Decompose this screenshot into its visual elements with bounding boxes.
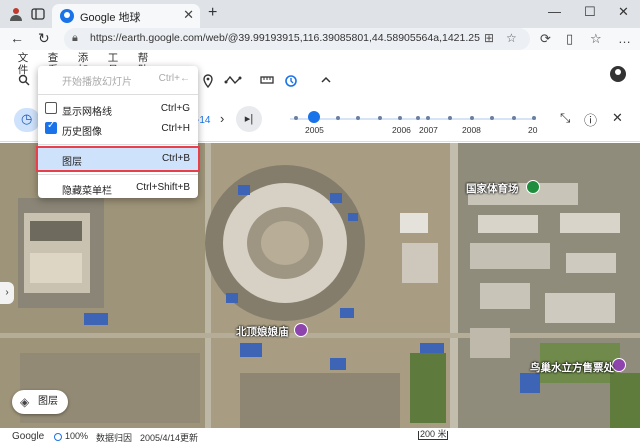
placemark-icon[interactable]	[202, 74, 214, 91]
menu-item-layers[interactable]: 图层 Ctrl+B	[36, 146, 200, 172]
address-bar[interactable]: 🔒︎ https://earth.google.com/web/@39.9919…	[64, 28, 530, 50]
favorite-star-icon[interactable]: ☆	[506, 31, 517, 45]
extensions-icon[interactable]: ⟳	[540, 31, 551, 47]
profile-icon[interactable]	[8, 6, 24, 22]
side-panel-handle[interactable]: ›	[0, 282, 14, 304]
tab-actions-icon[interactable]	[30, 6, 46, 22]
maximize-button[interactable]: ☐	[584, 4, 596, 20]
historical-imagery-checkbox[interactable]	[45, 120, 57, 134]
timeline-slider-thumb[interactable]	[308, 111, 320, 123]
minimize-button[interactable]: —	[548, 4, 561, 19]
timeline-tick[interactable]	[294, 116, 298, 120]
map-label-north-temple[interactable]: 北顶娘娘庙	[236, 324, 289, 339]
menu-item-shortcut: Ctrl+H	[161, 123, 190, 134]
stadium-pin-icon[interactable]	[526, 180, 540, 194]
layers-button[interactable]: ◈ 图层	[12, 390, 68, 414]
path-icon[interactable]	[224, 74, 242, 89]
status-bar: Google 100% 数据归因 2005/4/14更新 200 米	[0, 428, 640, 446]
menu-divider	[38, 144, 198, 145]
new-tab-button[interactable]: +	[208, 4, 217, 22]
grid-checkbox[interactable]	[45, 102, 57, 114]
menu-item-hide-menubar[interactable]: 隐藏菜单栏 Ctrl+Shift+B	[38, 177, 198, 199]
close-tab-icon[interactable]: ✕	[183, 7, 194, 23]
menu-item-start-slideshow: 开始播放幻灯片 Ctrl+←	[38, 68, 198, 90]
menu-item-show-grid[interactable]: 显示网格线 Ctrl+G	[38, 98, 198, 120]
imagery-date: 2005/4/14更新	[140, 433, 199, 443]
timeline-year-label: 2007	[419, 125, 438, 135]
timeline-tick[interactable]	[490, 116, 494, 120]
google-earth-favicon-icon	[60, 9, 74, 23]
menu-item-label: 隐藏菜单栏	[62, 186, 112, 197]
tab-title: Google 地球	[80, 12, 141, 24]
menu-item-shortcut: Ctrl+←	[158, 73, 190, 84]
menu-item-label: 图层	[62, 157, 82, 168]
timeline-tick[interactable]	[416, 116, 420, 120]
menu-item-label: 历史图像	[62, 127, 102, 138]
menu-item-label: 开始播放幻灯片	[62, 77, 132, 88]
timeline-tick[interactable]	[448, 116, 452, 120]
split-screen-icon[interactable]: ▯	[566, 31, 573, 47]
close-window-button[interactable]: ✕	[618, 4, 629, 20]
menu-divider	[38, 174, 198, 175]
menu-item-shortcut: Ctrl+B	[161, 153, 190, 164]
favorites-icon[interactable]: ☆	[590, 31, 602, 47]
tab-google-earth[interactable]: Google 地球 ✕	[52, 4, 200, 28]
google-logo: Google	[12, 431, 45, 442]
ticket-office-pin-icon[interactable]	[612, 358, 626, 372]
menu-item-shortcut: Ctrl+Shift+B	[136, 182, 190, 193]
menu-item-label: 显示网格线	[62, 107, 112, 118]
timeline-tick[interactable]	[512, 116, 516, 120]
menu-file[interactable]: 文件	[16, 52, 30, 76]
historical-imagery-icon[interactable]	[284, 74, 298, 91]
timeline-year-label: 2006	[392, 125, 411, 135]
menu-item-historical-imagery[interactable]: 历史图像 Ctrl+H	[38, 118, 198, 140]
timeline-tick[interactable]	[378, 116, 382, 120]
more-options-icon[interactable]: …	[618, 31, 631, 46]
timeline-date-suffix: -14	[196, 115, 211, 126]
ruler-icon[interactable]	[260, 74, 274, 89]
timeline-tick[interactable]	[336, 116, 340, 120]
map-label-stadium[interactable]: 国家体育场	[466, 181, 519, 196]
timeline-tick[interactable]	[532, 116, 536, 120]
map-label-ticket-office[interactable]: 鸟巢水立方售票处	[530, 360, 614, 375]
timeline-tick[interactable]	[426, 116, 430, 120]
data-attribution-link[interactable]: 数据归因	[96, 431, 132, 444]
timeline-year-label: 2005	[305, 125, 324, 135]
collapse-chevron-icon[interactable]	[320, 74, 332, 89]
zoom-indicator-icon	[54, 433, 62, 441]
timeline-year-label: 20	[528, 125, 538, 135]
address-bar-row: ← ↻ 🔒︎ https://earth.google.com/web/@39.…	[0, 28, 640, 50]
search-icon[interactable]	[18, 74, 30, 89]
history-toggle-button[interactable]	[14, 108, 40, 132]
next-arrow-icon[interactable]: ›	[220, 111, 224, 126]
account-icon[interactable]	[610, 66, 626, 82]
layers-button-label: 图层	[38, 396, 58, 407]
back-arrow-icon[interactable]: ←	[10, 30, 24, 46]
timeline-tick[interactable]	[398, 116, 402, 120]
timeline-tick[interactable]	[356, 116, 360, 120]
menu-item-shortcut: Ctrl+G	[160, 103, 190, 114]
timeline-track[interactable]	[290, 118, 536, 120]
timeline-tick[interactable]	[470, 116, 474, 120]
layers-icon: ◈	[20, 395, 30, 409]
install-app-icon[interactable]: ⊞	[484, 31, 494, 45]
temple-pin-icon[interactable]	[294, 323, 308, 337]
reload-icon[interactable]: ↻	[38, 30, 50, 47]
help-icon[interactable]: ⓘ	[584, 110, 597, 129]
timeline-year-label: 2008	[462, 125, 481, 135]
browser-tab-strip: Google 地球 ✕ + — ☐ ✕	[0, 0, 640, 28]
expand-collapse-icon[interactable]: ⤡	[560, 110, 570, 126]
view-dropdown-menu: 开始播放幻灯片 Ctrl+← 显示网格线 Ctrl+G 历史图像 Ctrl+H …	[36, 66, 200, 199]
skip-to-latest-button[interactable]: ▸|	[236, 106, 262, 132]
close-timeline-icon[interactable]: ✕	[612, 110, 623, 126]
url-text[interactable]: https://earth.google.com/web/@39.9919391…	[90, 32, 480, 44]
zoom-level: 100%	[65, 431, 89, 441]
lock-icon[interactable]: 🔒︎	[72, 32, 78, 45]
menu-divider	[38, 94, 198, 95]
scale-label: 200 米	[420, 429, 447, 439]
